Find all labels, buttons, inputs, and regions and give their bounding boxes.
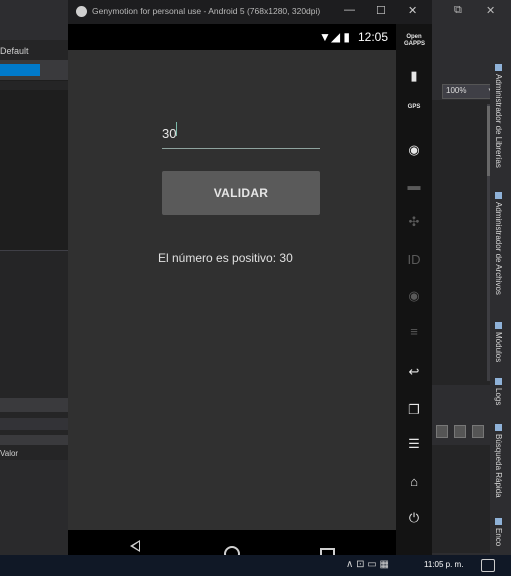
config-default-label: Default <box>0 46 29 56</box>
tool-icon[interactable] <box>436 425 448 438</box>
genymotion-logo-icon <box>76 6 87 17</box>
notification-icon[interactable] <box>481 559 495 572</box>
gps-icon[interactable]: GPS <box>404 104 424 111</box>
power-icon[interactable]: ⏻ <box>404 510 424 526</box>
folder-icon <box>494 192 502 199</box>
close-button[interactable]: ✕ <box>408 4 417 17</box>
text-cursor <box>176 122 177 136</box>
remote-control-icon[interactable]: ✣ <box>404 214 424 230</box>
zoom-value: 100% <box>446 86 467 95</box>
log-icon <box>494 378 502 385</box>
properties-panel <box>0 460 68 555</box>
ide-strip <box>0 398 68 412</box>
ide-restore-icon[interactable]: ⧉ <box>454 4 462 17</box>
vtab-modules[interactable]: Módulos <box>494 322 503 362</box>
ide-window-controls: ⧉ ✕ <box>432 0 511 24</box>
vtab-quick-search[interactable]: Búsqueda Rápida <box>494 424 503 498</box>
properties-valor-header: Valor <box>0 449 19 458</box>
menu-icon[interactable]: ☰ <box>404 436 424 452</box>
back-icon[interactable]: ↩ <box>404 364 424 380</box>
system-tray-icons[interactable]: ∧ ⊡ ▭ ▦ <box>346 559 389 570</box>
ide-right-lower-panel <box>432 445 497 553</box>
android-screen: ▼◢ ▮ 12:05 VALIDAR El número es positivo… <box>68 24 396 530</box>
battery-icon[interactable]: ▮ <box>404 68 424 84</box>
emulator-window-title: Genymotion for personal use - Android 5 … <box>92 6 321 16</box>
maximize-button[interactable]: ☐ <box>376 4 386 17</box>
network-icon[interactable]: ≡ <box>404 324 424 340</box>
ide-active-tab[interactable] <box>0 64 40 76</box>
ide-vertical-tabs: Administrador de Librerías Administrador… <box>490 60 511 555</box>
ide-right-content <box>432 100 497 385</box>
ide-strip <box>0 435 68 445</box>
number-input[interactable] <box>162 118 320 149</box>
tool-icon[interactable] <box>472 425 484 438</box>
vtab-logs[interactable]: Logs <box>494 378 503 405</box>
signal-battery-icon: ▼◢ ▮ <box>318 30 350 44</box>
windows-taskbar: ∧ ⊡ ▭ ▦ 11:05 p. m. <box>0 555 511 576</box>
android-nav-bar <box>68 530 396 563</box>
tool-icon[interactable] <box>454 425 466 438</box>
tool-icon <box>494 518 502 525</box>
emulator-title-bar[interactable]: Genymotion for personal use - Android 5 … <box>68 0 432 24</box>
taskbar-clock[interactable]: 11:05 p. m. <box>424 560 463 569</box>
module-icon <box>494 322 502 329</box>
ide-toolbar <box>0 0 68 40</box>
result-text: El número es positivo: 30 <box>158 251 293 265</box>
ide-left-panel: Default Valor <box>0 0 68 555</box>
zoom-select[interactable]: 100% ▾ <box>442 84 496 99</box>
home-icon[interactable]: ⌂ <box>404 474 424 490</box>
status-clock: 12:05 <box>357 30 388 44</box>
ide-lower-panel <box>0 255 68 385</box>
vtab-libraries[interactable]: Administrador de Librerías <box>494 64 503 168</box>
disk-io-icon[interactable]: ◉ <box>404 288 424 304</box>
vtab-enco[interactable]: Enco <box>494 518 503 546</box>
webcam-icon[interactable]: ◉ <box>404 142 424 158</box>
ide-editor-area <box>0 90 68 251</box>
ide-close-icon[interactable]: ✕ <box>486 4 495 17</box>
nav-back-icon[interactable] <box>130 540 140 552</box>
library-icon <box>494 64 502 71</box>
minimize-button[interactable]: — <box>344 4 355 16</box>
ide-tab-strip[interactable] <box>0 60 68 81</box>
vtab-files[interactable]: Administrador de Archivos <box>494 192 503 295</box>
camera-icon[interactable]: ▬ <box>404 178 424 194</box>
open-gapps-icon[interactable]: Open GAPPS <box>404 34 425 48</box>
search-icon <box>494 424 502 431</box>
ide-strip <box>0 418 68 430</box>
validate-button[interactable]: VALIDAR <box>162 171 320 215</box>
id-icon[interactable]: ID <box>404 252 424 268</box>
ide-right-toolbar <box>432 420 497 442</box>
android-status-bar: ▼◢ ▮ 12:05 <box>68 24 396 50</box>
emulator-toolbar: Open GAPPS ▮ GPS ◉ ▬ ✣ ID ◉ ≡ ↩ ❐ ☰ ⌂ ⏻ <box>396 24 432 555</box>
recent-apps-icon[interactable]: ❐ <box>404 402 424 418</box>
